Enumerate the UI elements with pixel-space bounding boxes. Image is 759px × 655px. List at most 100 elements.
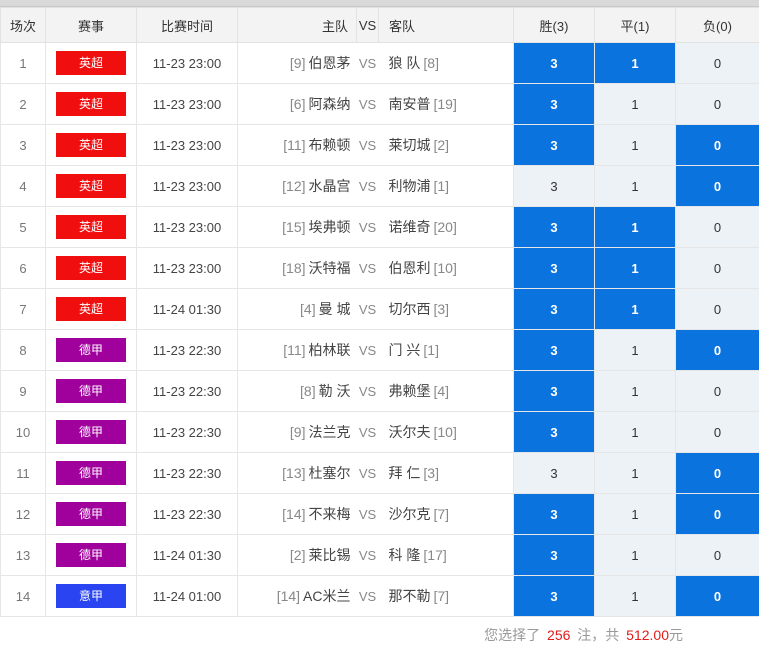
league-badge[interactable]: 意甲 (56, 584, 126, 608)
home-team[interactable]: 埃弗顿 (309, 219, 351, 235)
away-team[interactable]: 科 隆 (389, 547, 421, 563)
win-option[interactable]: 3 (513, 247, 595, 289)
home-team[interactable]: 曼 城 (319, 301, 351, 317)
header-lose: 负(0) (675, 7, 759, 43)
win-option[interactable]: 3 (513, 288, 595, 330)
away-team-cell: 狼 队 [8] (378, 42, 514, 84)
league-badge[interactable]: 德甲 (56, 543, 126, 567)
win-option[interactable]: 3 (513, 124, 595, 166)
home-team[interactable]: 布赖顿 (309, 137, 351, 153)
home-rank: [12] (282, 178, 306, 194)
away-team[interactable]: 弗赖堡 (389, 383, 431, 399)
home-team[interactable]: 伯恩茅 (309, 55, 351, 71)
win-option[interactable]: 3 (513, 452, 595, 494)
lose-option[interactable]: 0 (675, 206, 759, 248)
win-option[interactable]: 3 (513, 575, 595, 617)
league-badge[interactable]: 英超 (56, 215, 126, 239)
home-team[interactable]: 杜塞尔 (309, 465, 351, 481)
lose-option[interactable]: 0 (675, 124, 759, 166)
win-option[interactable]: 3 (513, 206, 595, 248)
away-team-cell: 诺维奇 [20] (378, 206, 514, 248)
draw-option[interactable]: 1 (594, 370, 676, 412)
draw-option[interactable]: 1 (594, 329, 676, 371)
lose-option[interactable]: 0 (675, 288, 759, 330)
table-row: 8 德甲 11-23 22:30 [11] 柏林联 VS 门 兴 [1] 3 1 0 (0, 329, 759, 371)
home-team[interactable]: 水晶宫 (309, 178, 351, 194)
league-badge[interactable]: 英超 (56, 174, 126, 198)
lose-option[interactable]: 0 (675, 247, 759, 289)
draw-option[interactable]: 1 (594, 288, 676, 330)
match-index: 4 (0, 165, 46, 207)
selection-summary: 您选择了 256 注，共 512.00元 (0, 617, 759, 653)
lose-option[interactable]: 0 (675, 575, 759, 617)
lose-option[interactable]: 0 (675, 370, 759, 412)
away-team[interactable]: 沃尔夫 (389, 424, 431, 440)
away-team[interactable]: 莱切城 (389, 137, 431, 153)
lose-option[interactable]: 0 (675, 83, 759, 125)
lose-option[interactable]: 0 (675, 42, 759, 84)
league-badge[interactable]: 英超 (56, 51, 126, 75)
win-option[interactable]: 3 (513, 165, 595, 207)
away-team[interactable]: 拜 仁 (389, 465, 421, 481)
draw-option[interactable]: 1 (594, 534, 676, 576)
league-badge[interactable]: 英超 (56, 92, 126, 116)
draw-option[interactable]: 1 (594, 42, 676, 84)
draw-option[interactable]: 1 (594, 124, 676, 166)
away-team[interactable]: 伯恩利 (389, 260, 431, 276)
away-team[interactable]: 切尔西 (389, 301, 431, 317)
away-team[interactable]: 门 兴 (389, 342, 421, 358)
home-team[interactable]: 不来梅 (309, 506, 351, 522)
match-time: 11-23 22:30 (136, 411, 238, 453)
draw-option[interactable]: 1 (594, 493, 676, 535)
away-team[interactable]: 沙尔克 (389, 506, 431, 522)
draw-option[interactable]: 1 (594, 575, 676, 617)
home-team[interactable]: 莱比锡 (309, 547, 351, 563)
home-team-cell: [2] 莱比锡 (237, 534, 357, 576)
win-option[interactable]: 3 (513, 83, 595, 125)
away-team[interactable]: 南安普 (389, 96, 431, 112)
league-badge[interactable]: 英超 (56, 297, 126, 321)
league-cell: 德甲 (45, 493, 137, 535)
win-option[interactable]: 3 (513, 329, 595, 371)
home-team[interactable]: 柏林联 (309, 342, 351, 358)
draw-option[interactable]: 1 (594, 247, 676, 289)
league-badge[interactable]: 德甲 (56, 379, 126, 403)
draw-option[interactable]: 1 (594, 165, 676, 207)
lose-option[interactable]: 0 (675, 411, 759, 453)
win-option[interactable]: 3 (513, 42, 595, 84)
away-team-cell: 拜 仁 [3] (378, 452, 514, 494)
home-team[interactable]: 沃特福 (309, 260, 351, 276)
league-badge[interactable]: 德甲 (56, 461, 126, 485)
league-badge[interactable]: 英超 (56, 133, 126, 157)
match-index: 14 (0, 575, 46, 617)
away-team[interactable]: 狼 队 (389, 55, 421, 71)
draw-option[interactable]: 1 (594, 206, 676, 248)
win-option[interactable]: 3 (513, 493, 595, 535)
lose-option[interactable]: 0 (675, 534, 759, 576)
away-team[interactable]: 那不勒 (389, 588, 431, 604)
home-team-cell: [9] 伯恩茅 (237, 42, 357, 84)
home-team[interactable]: AC米兰 (303, 588, 350, 604)
lose-option[interactable]: 0 (675, 329, 759, 371)
win-option[interactable]: 3 (513, 534, 595, 576)
away-team[interactable]: 诺维奇 (389, 219, 431, 235)
lose-option[interactable]: 0 (675, 452, 759, 494)
home-team[interactable]: 阿森纳 (309, 96, 351, 112)
home-team-cell: [6] 阿森纳 (237, 83, 357, 125)
league-badge[interactable]: 德甲 (56, 338, 126, 362)
away-team[interactable]: 利物浦 (389, 178, 431, 194)
lose-option[interactable]: 0 (675, 493, 759, 535)
win-option[interactable]: 3 (513, 411, 595, 453)
draw-option[interactable]: 1 (594, 411, 676, 453)
win-option[interactable]: 3 (513, 370, 595, 412)
home-team[interactable]: 法兰克 (309, 424, 351, 440)
lose-option[interactable]: 0 (675, 165, 759, 207)
draw-option[interactable]: 1 (594, 83, 676, 125)
league-badge[interactable]: 德甲 (56, 502, 126, 526)
league-badge[interactable]: 德甲 (56, 420, 126, 444)
draw-option[interactable]: 1 (594, 452, 676, 494)
home-team[interactable]: 勒 沃 (319, 383, 351, 399)
away-rank: [3] (423, 465, 439, 481)
match-index: 2 (0, 83, 46, 125)
league-badge[interactable]: 英超 (56, 256, 126, 280)
